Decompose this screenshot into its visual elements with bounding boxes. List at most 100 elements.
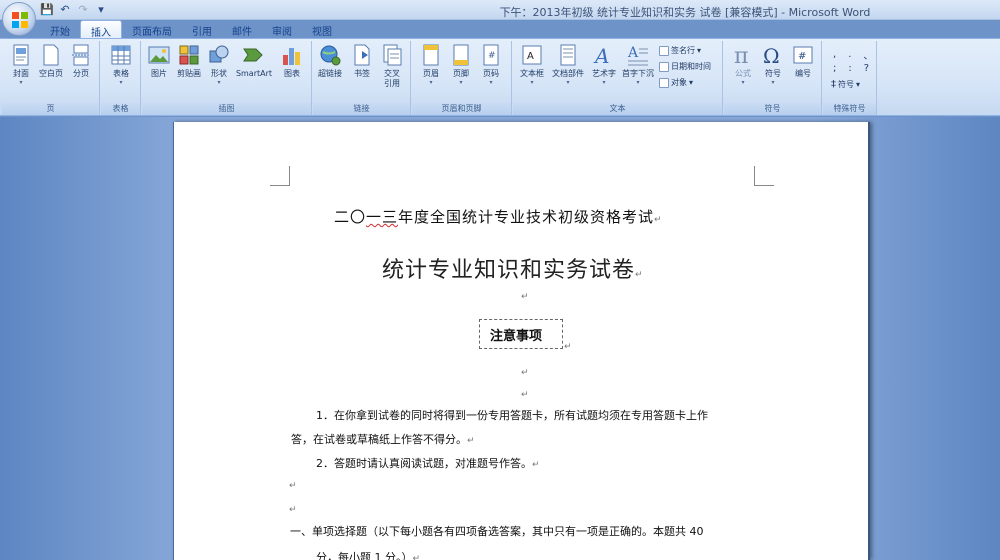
group-label-text: 文本 — [513, 103, 722, 115]
svg-text:Ω: Ω — [763, 44, 780, 67]
equation-button[interactable]: π 公式 ▾ — [728, 43, 758, 87]
office-logo-icon — [12, 12, 28, 28]
tab-review[interactable]: 审阅 — [262, 20, 302, 38]
header-button[interactable]: 页眉 ▾ — [416, 43, 446, 87]
hyperlink-button[interactable]: 超链接 — [315, 43, 345, 79]
page-break-icon — [72, 44, 90, 66]
tab-view[interactable]: 视图 — [302, 20, 342, 38]
ribbon-tabs: 开始 插入 页面布局 引用 邮件 审阅 视图 — [40, 20, 342, 39]
signature-line-icon — [659, 45, 669, 56]
header-icon — [423, 44, 439, 66]
shapes-button[interactable]: 形状 ▾ — [204, 43, 234, 87]
tab-home[interactable]: 开始 — [40, 20, 80, 38]
chart-icon — [283, 48, 300, 65]
window-title: 下午：2013年初级 统计专业知识和实务 试卷 [兼容模式] - Microso… — [499, 6, 871, 19]
drop-cap-button[interactable]: A 首字下沉 ▾ — [619, 43, 657, 87]
paper-title: 统计专业知识和实务试卷↵ — [382, 258, 644, 283]
page-break-button[interactable]: 分页 — [66, 43, 96, 79]
group-links: 超链接 书签 交叉 引用 链接 — [313, 41, 411, 115]
group-label-illustrations: 插图 — [142, 103, 311, 115]
numbering-button[interactable]: # 编号 — [788, 43, 818, 79]
wordart-button[interactable]: A 艺术字 ▾ — [587, 43, 621, 87]
footer-icon — [453, 44, 469, 66]
symbol-button[interactable]: Ω 符号 ▾ — [758, 43, 788, 87]
punctuation-row-1[interactable]: ,.、 — [833, 47, 883, 62]
chart-button[interactable]: 图表 — [277, 43, 307, 79]
cross-reference-icon — [383, 44, 402, 66]
document-page[interactable]: 二〇一三年度全国统计专业技术初级资格考试↵ 统计专业知识和实务试卷↵ ↵ 注意事… — [173, 122, 870, 560]
group-label-links: 链接 — [313, 103, 410, 115]
svg-text:π: π — [734, 44, 748, 67]
instruction-2: 2．答题时请认真阅读试题，对准题号作答。↵ — [316, 457, 540, 470]
title-bar: 💾 ↶ ↷ ▾ 下午：2013年初级 统计专业知识和实务 试卷 [兼容模式] -… — [0, 0, 1000, 20]
margin-corner-top-right — [754, 166, 774, 186]
notice-heading: 注意事项 — [490, 329, 543, 344]
object-icon — [659, 77, 669, 88]
svg-text:A: A — [527, 51, 534, 62]
table-icon — [111, 45, 131, 65]
svg-text:#: # — [488, 51, 496, 61]
instruction-1-line-2: 答，在试卷或草稿纸上作答不得分。↵ — [291, 433, 475, 446]
picture-icon — [148, 46, 170, 64]
cross-reference-button[interactable]: 交叉 引用 — [377, 43, 407, 89]
clip-art-icon — [179, 45, 199, 65]
svg-text:A: A — [627, 45, 639, 61]
date-time-button[interactable]: 日期和时间 — [659, 61, 711, 72]
text-box-icon: A — [522, 45, 542, 65]
paragraph-mark: ↵ — [521, 292, 529, 302]
margin-corner-top-left — [270, 166, 290, 186]
object-button[interactable]: 对象 ▾ — [659, 77, 693, 88]
pi-icon: π — [734, 44, 748, 67]
punctuation-row-2[interactable]: ;:? — [833, 63, 879, 74]
footer-button[interactable]: 页脚 ▾ — [446, 43, 476, 87]
date-time-icon — [659, 61, 669, 72]
group-symbols: π 公式 ▾ Ω 符号 ▾ # 编号 符号 — [724, 41, 822, 115]
svg-text:#: # — [798, 51, 806, 62]
group-pages: 封面 ▾ 空白页 分页 页 — [2, 41, 100, 115]
shapes-icon — [209, 45, 229, 63]
wordart-icon: A — [593, 44, 609, 67]
paragraph-mark: ↵ — [289, 505, 297, 515]
hyperlink-icon — [320, 45, 341, 66]
group-label-special-symbols: 特殊符号 — [823, 103, 876, 115]
quick-parts-icon — [560, 44, 576, 66]
group-label-header-footer: 页眉和页脚 — [412, 103, 511, 115]
group-tables: 表格 ▾ 表格 — [101, 41, 141, 115]
blank-page-button[interactable]: 空白页 — [36, 43, 66, 79]
office-button[interactable] — [2, 2, 36, 36]
smartart-button[interactable]: SmartArt — [234, 43, 274, 79]
ribbon: 封面 ▾ 空白页 分页 页 表格 ▾ 表格 图片 剪贴画 形状 ▾ SmartA… — [0, 38, 1000, 116]
quick-parts-button[interactable]: 文档部件 ▾ — [549, 43, 587, 87]
cover-page-icon — [13, 44, 29, 66]
group-label-symbols: 符号 — [724, 103, 821, 115]
bookmark-button[interactable]: 书签 — [347, 43, 377, 79]
table-button[interactable]: 表格 ▾ — [106, 43, 136, 87]
drop-cap-icon: A — [627, 45, 648, 66]
bookmark-icon — [354, 44, 370, 66]
paragraph-mark: ↵ — [564, 342, 572, 352]
paragraph-mark: ↵ — [521, 390, 529, 400]
text-box-button[interactable]: A 文本框 ▾ — [515, 43, 549, 87]
tab-page-layout[interactable]: 页面布局 — [122, 20, 182, 38]
section-1-heading-line-2: 分，每小题 1 分。）↵ — [316, 551, 421, 560]
group-special-symbols: ,.、 ;:? ‡ 符号 ▾ 特殊符号 — [823, 41, 877, 115]
picture-button[interactable]: 图片 — [144, 43, 174, 79]
tab-mailings[interactable]: 邮件 — [222, 20, 262, 38]
tab-references[interactable]: 引用 — [182, 20, 222, 38]
exam-title: 二〇一三年度全国统计专业技术初级资格考试↵ — [334, 208, 663, 226]
clip-art-button[interactable]: 剪贴画 — [174, 43, 204, 79]
group-text: A 文本框 ▾ 文档部件 ▾ A 艺术字 ▾ A 首字下沉 ▾ 签名行 ▾ 日期和时间 对… — [513, 41, 723, 115]
page-number-icon: # — [483, 44, 499, 66]
cover-page-button[interactable]: 封面 ▾ — [6, 43, 36, 87]
signature-line-button[interactable]: 签名行 ▾ — [659, 45, 701, 56]
paragraph-mark: ↵ — [521, 368, 529, 378]
group-label-tables: 表格 — [101, 103, 140, 115]
group-header-footer: 页眉 ▾ 页脚 ▾ # 页码 ▾ 页眉和页脚 — [412, 41, 512, 115]
group-label-pages: 页 — [2, 103, 99, 115]
group-illustrations: 图片 剪贴画 形状 ▾ SmartArt 图表 插图 — [142, 41, 312, 115]
special-symbol-button[interactable]: ‡ 符号 ▾ — [831, 79, 860, 90]
page-number-button[interactable]: # 页码 ▾ — [476, 43, 506, 87]
tab-insert[interactable]: 插入 — [80, 20, 122, 39]
blank-page-icon — [43, 44, 59, 66]
numbering-icon: # — [793, 46, 813, 64]
